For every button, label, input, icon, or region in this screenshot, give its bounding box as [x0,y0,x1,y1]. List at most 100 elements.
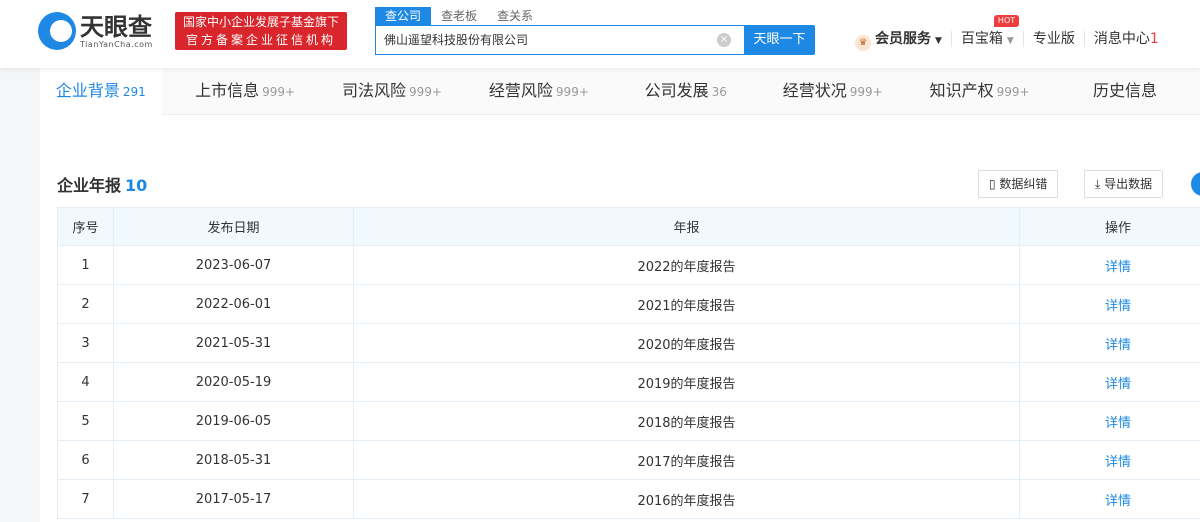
row-index: 6 [57,440,114,480]
row-date: 2020-05-19 [113,362,354,402]
tab-7[interactable]: 历史信息 [1053,68,1200,115]
row-detail-link[interactable]: 详情 [1019,440,1200,480]
logo-circle-icon[interactable] [1191,172,1200,196]
table-row: 4 2020-05-19 2019的年度报告 详情 [57,362,1200,402]
row-detail-link[interactable]: 详情 [1019,245,1200,285]
export-data-button[interactable]: ⤓ 导出数据 [1084,170,1164,198]
toolbox-label: 百宝箱 [960,31,1003,47]
tab-label: 知识产权 [929,81,994,100]
col-header-action: 操作 [1019,207,1200,246]
table-row: 7 2017-05-17 2016的年度报告 详情 [57,479,1200,519]
table-row: 6 2018-05-31 2017的年度报告 详情 [57,440,1200,480]
tab-label: 历史信息 [1093,81,1158,100]
logo[interactable]: 天眼查 TianYanCha.com [38,12,153,50]
table-row: 3 2021-05-31 2020的年度报告 详情 [57,323,1200,363]
row-detail-link[interactable]: 详情 [1019,401,1200,441]
search-value: 佛山遥望科技股份有限公司 [384,33,529,47]
caret-down-icon: ▼ [1006,36,1014,46]
search-button[interactable]: 天眼一下 [744,25,815,55]
row-detail-link[interactable]: 详情 [1019,362,1200,402]
tab-label: 司法风险 [342,81,407,100]
search-tab-relation[interactable]: 查关系 [487,7,543,25]
tab-count: 999+ [555,85,589,99]
tab-count: 999+ [996,85,1030,99]
row-index: 5 [57,401,114,441]
tab-count: 999+ [262,85,296,99]
tab-label: 经营状况 [782,81,847,100]
tab-count: 291 [122,85,146,99]
search-tab-company[interactable]: 查公司 [375,7,432,25]
row-detail-link[interactable]: 详情 [1019,479,1200,519]
message-count: 1 [1149,31,1159,47]
hot-badge: HOT [993,15,1020,27]
toolbox-menu[interactable]: 百宝箱 ▼ HOT [950,15,1023,47]
row-report: 2017的年度报告 [353,440,1020,480]
tab-count: 999+ [849,85,883,99]
section-title: 企业年报 10 [57,172,147,196]
row-index: 1 [57,245,114,285]
row-detail-link[interactable]: 详情 [1019,284,1200,324]
tab-label: 上市信息 [195,81,260,100]
annual-report-table: 序号 发布日期 年报 操作 1 2023-06-07 2022的年度报告 详情 2 202… [57,207,1200,519]
row-detail-link[interactable]: 详情 [1019,323,1200,363]
row-index: 3 [57,323,114,363]
search-input[interactable]: 佛山遥望科技股份有限公司 × [375,25,745,55]
row-date: 2019-06-05 [113,401,354,441]
row-index: 2 [57,284,114,324]
tab-label: 公司发展 [644,81,709,100]
tab-count: 36 [711,85,727,99]
slogan-line-2: 官方备案企业征信机构 [185,33,336,47]
tab-label: 经营风险 [488,81,553,100]
col-header-index: 序号 [57,207,114,246]
export-data-label: 导出数据 [1104,177,1153,191]
tab-0[interactable]: 企业背景 291 [40,68,162,115]
tab-2[interactable]: 司法风险 999+ [319,68,466,115]
slogan-line-1: 国家中小企业发展子基金旗下 [182,15,339,29]
logo-icon [38,12,76,50]
row-report: 2020的年度报告 [353,323,1020,363]
row-report: 2022的年度报告 [353,245,1020,285]
row-report: 2019的年度报告 [353,362,1020,402]
clear-icon[interactable]: × [717,33,731,47]
search-tabs: 查公司 查老板 查关系 [375,7,543,25]
table-row: 2 2022-06-01 2021的年度报告 详情 [57,284,1200,324]
row-date: 2021-05-31 [113,323,354,363]
row-date: 2018-05-31 [113,440,354,480]
document-icon: ▯ [989,177,1000,191]
top-nav: ♛ 会员服务 ▼ 百宝箱 ▼ HOT 专业版 消息中心1 [855,15,1168,51]
logo-domain: TianYanCha.com [80,39,153,49]
section-count: 10 [125,176,148,195]
row-index: 4 [57,362,114,402]
vip-service-menu[interactable]: ♛ 会员服务 ▼ [855,31,951,51]
pro-link[interactable]: 专业版 [1022,31,1084,47]
col-header-date: 发布日期 [113,207,354,246]
data-correction-button[interactable]: ▯ 数据纠错 [978,170,1059,198]
caret-down-icon: ▼ [935,36,942,46]
category-tabs: 企业背景 291 上市信息 999+ 司法风险 999+ 经营风险 999+ 公司发展 36 经营状… [40,68,1200,115]
section-title-text: 企业年报 [57,176,122,195]
slogan-banner[interactable]: 国家中小企业发展子基金旗下 官方备案企业征信机构 [175,12,347,50]
data-correction-label: 数据纠错 [999,177,1048,191]
tab-6[interactable]: 知识产权 999+ [906,68,1053,115]
main-content: 企业背景 291 上市信息 999+ 司法风险 999+ 经营风险 999+ 公司发展 36 经营状… [40,68,1200,522]
tab-label: 企业背景 [55,81,120,100]
table-row: 5 2019-06-05 2018的年度报告 详情 [57,401,1200,441]
tab-5[interactable]: 经营状况 999+ [759,68,906,115]
tab-4[interactable]: 公司发展 36 [612,68,759,115]
row-date: 2022-06-01 [113,284,354,324]
row-index: 7 [57,479,114,519]
row-report: 2018的年度报告 [353,401,1020,441]
logo-text: 天眼查 [80,12,152,41]
row-report: 2016的年度报告 [353,479,1020,519]
search-tab-boss[interactable]: 查老板 [431,7,487,25]
row-report: 2021的年度报告 [353,284,1020,324]
crown-icon: ♛ [855,35,871,51]
vip-label: 会员服务 [875,31,931,47]
tab-3[interactable]: 经营风险 999+ [465,68,612,115]
tab-1[interactable]: 上市信息 999+ [172,68,319,115]
row-date: 2017-05-17 [113,479,354,519]
download-icon: ⤓ [1095,177,1105,191]
message-label: 消息中心 [1093,31,1150,47]
message-center-link[interactable]: 消息中心1 [1083,31,1168,47]
header: 天眼查 TianYanCha.com 国家中小企业发展子基金旗下 官方备案企业征信机… [0,0,1200,68]
